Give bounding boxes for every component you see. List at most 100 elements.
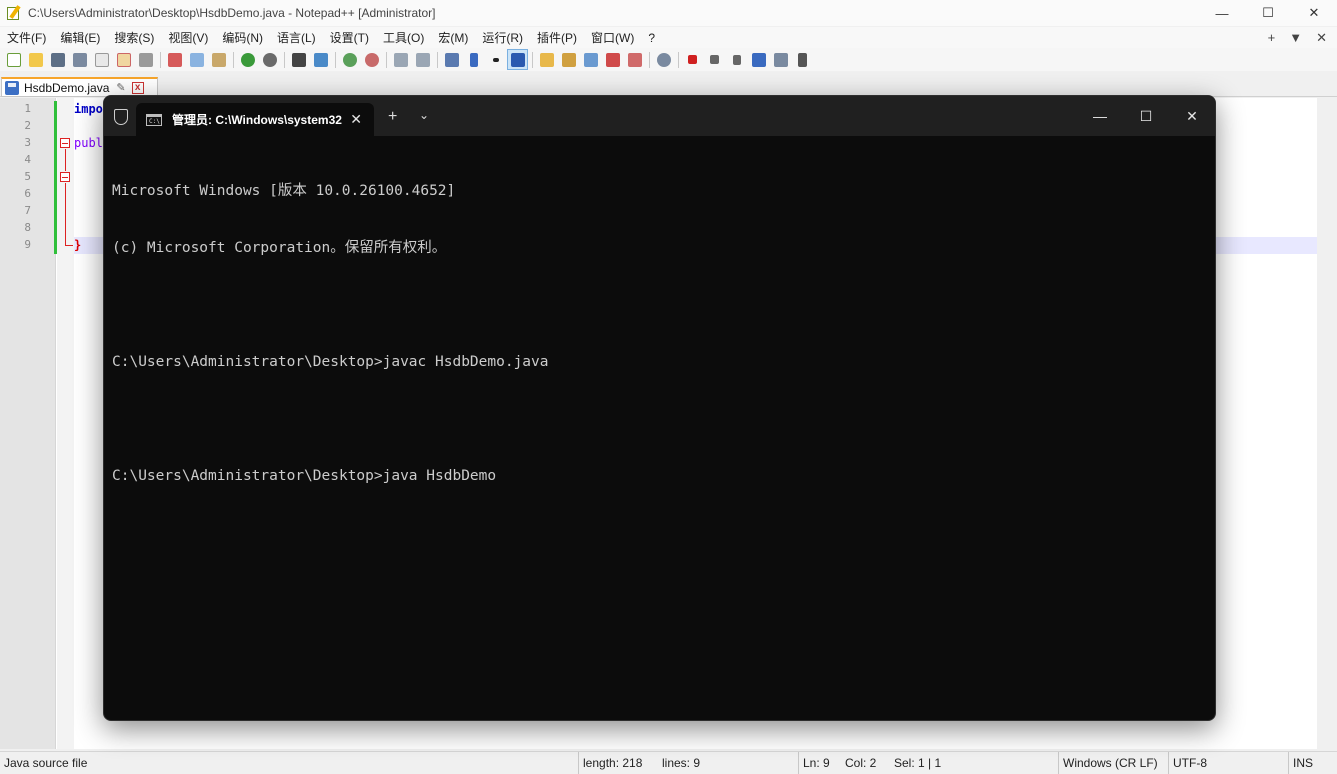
fold-toggle-icon[interactable] [60,172,70,182]
saved-file-icon [5,80,19,95]
status-encoding[interactable]: UTF-8 [1168,752,1207,774]
toolbar-separator [434,49,440,70]
save-macro-icon [773,52,788,67]
new-file-icon [6,52,21,67]
menu-plugins[interactable]: 插件(P) [530,29,584,46]
menu-tools[interactable]: 工具(O) [376,29,431,46]
save-macro-button[interactable] [770,49,791,70]
shield-icon [114,109,128,125]
folder-workspace-button[interactable] [624,49,645,70]
terminal-titlebar[interactable]: C:\ 管理员: C:\Windows\system32 ✕ + ⌄ — ☐ ✕ [104,96,1215,136]
print-button[interactable] [135,49,156,70]
vertical-scrollbar[interactable] [1317,98,1337,749]
sync-vertical-button[interactable] [390,49,411,70]
terminal-line: (c) Microsoft Corporation。保留所有权利。 [112,240,447,256]
cut-button[interactable] [164,49,185,70]
save-button[interactable] [47,49,68,70]
menu-view[interactable]: 视图(V) [161,29,215,46]
toolbar-separator [675,49,681,70]
run-macro-multiple-button[interactable] [748,49,769,70]
maximize-button[interactable]: ☐ [1245,0,1291,26]
pin-icon[interactable]: ✎ [116,81,125,94]
npp-titlebar[interactable]: C:\Users\Administrator\Desktop\HsdbDemo.… [0,0,1337,26]
menu-search[interactable]: 搜索(S) [107,29,161,46]
tab-dropdown-button[interactable]: ⌄ [419,108,429,122]
stop-macro-button[interactable] [704,49,725,70]
word-wrap-button[interactable] [441,49,462,70]
menu-encoding[interactable]: 编码(N) [215,29,270,46]
statusbar: Java source file length: 218 lines: 9 Ln… [0,751,1337,774]
terminal-close-button[interactable]: ✕ [1169,96,1215,136]
new-file-button[interactable] [3,49,24,70]
status-col: Col: 2 [845,756,877,770]
function-list-button[interactable] [602,49,623,70]
code-line-3: publ [74,136,103,150]
terminal-tab-close-icon[interactable]: ✕ [350,111,362,128]
status-insert-mode[interactable]: INS [1288,752,1313,774]
udl-button[interactable] [536,49,557,70]
line-number: 5 [24,170,31,183]
tab-hsdbdemo-java[interactable]: HsdbDemo.java ✎ x [1,77,158,97]
replace-button[interactable] [310,49,331,70]
terminal-output[interactable]: Microsoft Windows [版本 10.0.26100.4652] (… [112,144,1207,524]
menu-file[interactable]: 文件(F) [0,29,53,46]
terminal-line: C:\Users\Administrator\Desktop>java Hsdb… [112,468,497,484]
menu-settings[interactable]: 设置(T) [323,29,376,46]
close-button[interactable]: ✕ [1291,0,1337,26]
menu-edit[interactable]: 编辑(E) [53,29,107,46]
close-all-button[interactable] [113,49,134,70]
close-doc-button[interactable]: ✕ [1316,30,1327,46]
line-number: 1 [24,102,31,115]
menu-macro[interactable]: 宏(M) [431,29,475,46]
save-all-button[interactable] [69,49,90,70]
sync-horizontal-button[interactable] [412,49,433,70]
paste-icon [211,52,226,67]
new-tab-button[interactable]: + [388,108,397,126]
udl-icon [539,52,554,67]
doc-list-button[interactable] [580,49,601,70]
record-macro-button[interactable] [682,49,703,70]
zoom-in-button[interactable] [339,49,360,70]
tab-list-dropdown[interactable]: ▼ [1289,30,1302,45]
undo-button[interactable] [237,49,258,70]
minimize-button[interactable]: — [1199,0,1245,26]
open-file-button[interactable] [25,49,46,70]
save-all-icon [72,52,87,67]
stop-icon [710,55,719,64]
menu-run[interactable]: 运行(R) [475,29,530,46]
copy-button[interactable] [186,49,207,70]
menu-window[interactable]: 窗口(W) [584,29,641,46]
status-eol[interactable]: Windows (CR LF) [1058,752,1158,774]
word-wrap-icon [444,52,459,67]
terminal-tab[interactable]: C:\ 管理员: C:\Windows\system32 ✕ [136,103,374,136]
paste-button[interactable] [208,49,229,70]
close-file-button[interactable] [91,49,112,70]
terminal-window[interactable]: C:\ 管理员: C:\Windows\system32 ✕ + ⌄ — ☐ ✕… [103,95,1216,721]
doc-map-button[interactable] [558,49,579,70]
hex-editor-button[interactable] [792,49,813,70]
add-button[interactable]: + [1268,30,1276,45]
indent-guide-dropdown[interactable] [485,49,506,70]
redo-button[interactable] [259,49,280,70]
find-button[interactable] [288,49,309,70]
doc-list-icon [583,52,598,67]
zoom-out-button[interactable] [361,49,382,70]
terminal-maximize-button[interactable]: ☐ [1123,96,1169,136]
monitoring-button[interactable] [653,49,674,70]
pilcrow-icon [469,52,478,67]
menu-help[interactable]: ? [641,31,662,45]
tab-close-icon[interactable]: x [131,81,144,94]
show-all-chars-button[interactable] [463,49,484,70]
indent-guide-button[interactable] [507,49,528,70]
print-icon [138,52,153,67]
code-line-9: } [74,238,82,252]
terminal-minimize-button[interactable]: — [1077,96,1123,136]
save-icon [50,52,65,67]
menu-language[interactable]: 语言(L) [270,29,323,46]
folder-workspace-icon [627,52,642,67]
open-folder-icon [28,52,43,67]
play-macro-button[interactable] [726,49,747,70]
fold-toggle-icon[interactable] [60,138,70,148]
